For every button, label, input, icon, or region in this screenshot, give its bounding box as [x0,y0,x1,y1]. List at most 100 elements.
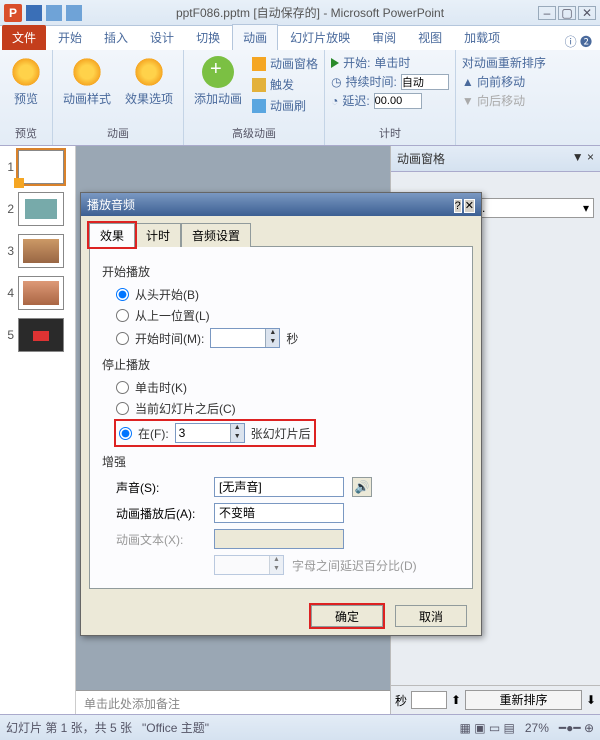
play-audio-dialog: 播放音频?✕ 效果 计时 音频设置 开始播放 从头开始(B) 从上一位置(L) … [80,192,482,636]
highlighted-option: 在(F): ▲▼ 张幻灯片后 [116,421,314,445]
seconds-input[interactable] [411,691,447,709]
preview-button[interactable]: 预览 [6,54,46,109]
slide-thumbnails[interactable]: 1 2 3 4 5 [0,146,76,714]
quick-access-toolbar[interactable] [26,5,82,21]
group-timing: 计时 [331,123,449,141]
radio-label: 开始时间(M): [135,330,204,347]
radio-on-click[interactable] [116,381,129,394]
tab-insert[interactable]: 插入 [94,25,138,50]
help-icon[interactable]: ⓘ ❷ [565,33,592,50]
start-label: 开始: [343,54,370,71]
play-icon [331,58,339,68]
anim-text-label: 动画文本(X): [116,531,206,548]
move-down-icon[interactable]: ⬇ [586,693,596,707]
tab-addin[interactable]: 加载项 [454,25,510,50]
save-icon[interactable] [26,5,42,21]
dialog-title: 播放音频 [87,196,135,213]
ok-button[interactable]: 确定 [311,605,383,627]
ribbon: 预览预览 动画样式 效果选项 动画 添加动画 动画窗格 触发 动画刷 高级动画 … [0,50,600,146]
dialog-help-icon[interactable]: ? [454,199,462,213]
reorder-button[interactable]: 重新排序 [465,690,582,710]
delay-icon: ◔ [331,94,338,108]
tab-effect[interactable]: 效果 [89,223,135,247]
start-value[interactable]: 单击时 [374,54,410,71]
sound-label: 声音(S): [116,479,206,496]
delay-input[interactable] [374,93,422,109]
clock-icon: ◷ [331,75,341,89]
tab-review[interactable]: 审阅 [362,25,406,50]
radio-after-n-slides[interactable] [119,427,132,440]
redo-icon[interactable] [66,5,82,21]
anim-painter-button[interactable]: 动画刷 [252,96,318,115]
tab-audio-settings[interactable]: 音频设置 [181,223,251,247]
dur-label: 持续时间: [346,73,397,90]
after-anim-select[interactable]: 不变暗 [214,503,344,523]
delay-label: 延迟: [342,92,369,109]
theme-name: "Office 主题" [142,719,209,736]
tab-home[interactable]: 开始 [48,25,92,50]
duration-input[interactable] [401,74,449,90]
thumb-3[interactable]: 3 [4,234,71,268]
close-button[interactable]: ✕ [578,6,596,20]
zoom-slider[interactable]: ━●━ ⊕ [559,721,594,735]
add-anim-button[interactable]: 添加动画 [190,54,246,109]
letter-delay-input [215,556,269,574]
effect-options-button[interactable]: 效果选项 [121,54,177,109]
move-earlier-button[interactable]: ▲ 向前移动 [462,73,546,90]
radio-label: 从头开始(B) [135,286,199,303]
seconds-label: 秒 [395,692,407,709]
anim-text-select [214,529,344,549]
bolt-icon [252,78,266,92]
minimize-button[interactable]: – [538,6,556,20]
slide-count-input[interactable] [176,424,230,442]
tab-design[interactable]: 设计 [140,25,184,50]
radio-from-time[interactable] [116,332,129,345]
tab-timing[interactable]: 计时 [135,223,181,247]
enhance-group-label: 增强 [102,453,460,470]
plus-icon [202,56,234,88]
move-up-icon[interactable]: ⬆ [451,693,461,707]
start-time-input[interactable] [211,329,265,347]
letter-delay-label: 字母之间延迟百分比(D) [292,557,417,574]
sound-select[interactable]: [无声音] [214,477,344,497]
group-adv: 高级动画 [190,123,318,141]
radio-from-beginning[interactable] [116,288,129,301]
anim-style-button[interactable]: 动画样式 [59,54,115,109]
thumb-4[interactable]: 4 [4,276,71,310]
thumb-5[interactable]: 5 [4,318,71,352]
pane-title: 动画窗格 [397,150,445,167]
zoom-level[interactable]: 27% [525,721,549,735]
dialog-close-icon[interactable]: ✕ [464,199,475,213]
anim-pane-button[interactable]: 动画窗格 [252,54,318,73]
radio-label: 从上一位置(L) [135,307,210,324]
thumb-2[interactable]: 2 [4,192,71,226]
tab-transition[interactable]: 切换 [186,25,230,50]
notes-pane[interactable]: 单击此处添加备注 [76,690,390,714]
view-buttons[interactable]: ▦ ▣ ▭ ▤ [460,721,515,735]
radio-from-last[interactable] [116,309,129,322]
star-icon [71,56,103,88]
tab-file[interactable]: 文件 [2,25,46,50]
pane-close-icon[interactable]: ▼ × [572,150,594,167]
tab-slideshow[interactable]: 幻灯片放映 [280,25,360,50]
slide-count: 幻灯片 第 1 张，共 5 张 [6,719,132,736]
cancel-button[interactable]: 取消 [395,605,467,627]
group-preview: 预览 [6,123,46,141]
trigger-button[interactable]: 触发 [252,75,318,94]
sound-preview-icon[interactable]: 🔊 [352,477,372,497]
stop-group-label: 停止播放 [102,356,460,373]
ribbon-tabs: 文件 开始 插入 设计 切换 动画 幻灯片放映 审阅 视图 加载项 ⓘ ❷ [0,26,600,50]
undo-icon[interactable] [46,5,62,21]
title-bar: P pptF086.pptm [自动保存的] - Microsoft Power… [0,0,600,26]
reorder-title: 对动画重新排序 [462,54,546,71]
star-icon [10,56,42,88]
tab-view[interactable]: 视图 [408,25,452,50]
maximize-button[interactable]: ▢ [558,6,576,20]
start-group-label: 开始播放 [102,263,460,280]
brush-icon [252,99,266,113]
radio-after-current[interactable] [116,402,129,415]
tab-animation[interactable]: 动画 [232,24,278,50]
radio-label: 单击时(K) [135,379,187,396]
move-later-button[interactable]: ▼ 向后移动 [462,92,546,109]
thumb-1[interactable]: 1 [4,150,71,184]
